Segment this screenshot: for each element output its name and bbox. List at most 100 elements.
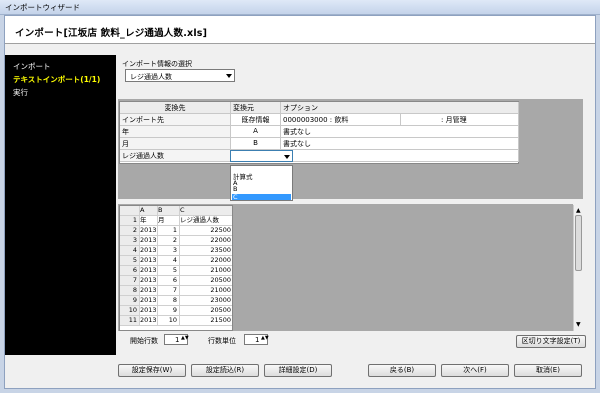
cell-year: 2013 xyxy=(140,306,158,316)
step-text-import[interactable]: テキストインポート(1/1) xyxy=(13,74,100,85)
source-cell[interactable]: 既存情報 xyxy=(231,114,281,126)
row-unit-spinner[interactable]: 1 ▲▼ xyxy=(244,334,269,345)
target-import-dest: インポート先 xyxy=(120,114,231,126)
preview-table: A B C 1 年 月 レジ通過人数 2 2013 1 22500 3 2013… xyxy=(119,205,233,331)
wizard-step-sidebar: インポート テキストインポート(1/1) 実行 xyxy=(5,55,116,355)
option-cell-2[interactable]: : 月管理 xyxy=(401,114,519,126)
field-name: レジ通過人数 xyxy=(180,216,232,226)
cell-year: 2013 xyxy=(140,286,158,296)
spinner-arrows-icon[interactable]: ▲▼ xyxy=(261,335,269,341)
target-month: 月 xyxy=(120,138,231,150)
import-info-selected: レジ通過人数 xyxy=(130,73,172,81)
back-button[interactable]: 戻る(B) xyxy=(368,364,436,377)
cell-count: 22000 xyxy=(180,236,232,246)
start-row-label: 開始行数 xyxy=(130,337,158,345)
dropdown-option[interactable]: C xyxy=(233,193,238,201)
mapping-table: 変換先 変換元 オプション インポート先 既存情報 0000003000 : 飲… xyxy=(119,101,519,164)
source-cell[interactable]: B xyxy=(231,138,281,150)
row-number: 10 xyxy=(120,306,140,316)
dropdown-option-selected[interactable] xyxy=(232,194,291,200)
source-select-register-count[interactable] xyxy=(230,150,293,162)
preview-vertical-scrollbar[interactable]: ▲ ▼ xyxy=(573,205,583,331)
cell-count: 23500 xyxy=(180,246,232,256)
target-register-count: レジ通過人数 xyxy=(120,150,231,162)
save-settings-button[interactable]: 設定保存(W) xyxy=(118,364,186,377)
row-unit-value: 1 xyxy=(255,336,260,344)
cell-count: 21500 xyxy=(180,316,232,326)
step-execute[interactable]: 実行 xyxy=(13,87,28,98)
load-settings-button[interactable]: 設定読込(R) xyxy=(191,364,259,377)
cell-year: 2013 xyxy=(140,226,158,236)
cell-year: 2013 xyxy=(140,246,158,256)
cell-count: 22000 xyxy=(180,256,232,266)
delimiter-settings-button[interactable]: 区切り文字設定(T) xyxy=(516,335,586,348)
option-cell[interactable]: 書式なし xyxy=(281,126,519,138)
option-cell[interactable] xyxy=(281,150,519,162)
row-number: 1 xyxy=(120,216,140,226)
cell-month: 2 xyxy=(158,236,180,246)
target-year: 年 xyxy=(120,126,231,138)
cell-count: 22500 xyxy=(180,226,232,236)
row-number: 5 xyxy=(120,256,140,266)
step-import[interactable]: インポート xyxy=(13,61,51,72)
source-cell[interactable]: A xyxy=(231,126,281,138)
scroll-up-icon[interactable]: ▲ xyxy=(576,207,581,214)
row-number: 3 xyxy=(120,236,140,246)
cell-year: 2013 xyxy=(140,316,158,326)
row-number: 2 xyxy=(120,226,140,236)
option-cell[interactable]: 0000003000 : 飲料 xyxy=(281,114,401,126)
cell-month: 3 xyxy=(158,246,180,256)
cell-month: 8 xyxy=(158,296,180,306)
source-dropdown-list: 計算式 A B C xyxy=(230,165,293,201)
cell-count: 20500 xyxy=(180,306,232,316)
start-row-spinner[interactable]: 1 ▲▼ xyxy=(164,334,189,345)
cell-count: 23000 xyxy=(180,296,232,306)
row-number: 11 xyxy=(120,316,140,326)
cell-year: 2013 xyxy=(140,266,158,276)
chevron-down-icon xyxy=(226,74,232,78)
cancel-button[interactable]: 取消(E) xyxy=(514,364,582,377)
chevron-down-icon xyxy=(284,155,290,159)
corner-cell xyxy=(120,206,140,216)
cell-month: 1 xyxy=(158,226,180,236)
col-letter: C xyxy=(180,206,232,216)
spinner-arrows-icon[interactable]: ▲▼ xyxy=(181,335,189,341)
scrollbar-thumb[interactable] xyxy=(575,215,582,271)
col-header-source: 変換元 xyxy=(231,102,281,114)
scroll-down-icon[interactable]: ▼ xyxy=(576,321,581,328)
row-number: 9 xyxy=(120,296,140,306)
start-row-value: 1 xyxy=(175,336,180,344)
cell-year: 2013 xyxy=(140,256,158,266)
row-number: 4 xyxy=(120,246,140,256)
cell-year: 2013 xyxy=(140,236,158,246)
row-unit-label: 行数単位 xyxy=(208,337,236,345)
next-button[interactable]: 次へ(F) xyxy=(441,364,509,377)
import-info-label: インポート情報の選択 xyxy=(122,60,192,68)
cell-year: 2013 xyxy=(140,276,158,286)
cell-count: 20500 xyxy=(180,276,232,286)
row-number: 8 xyxy=(120,286,140,296)
cell-month: 5 xyxy=(158,266,180,276)
col-header-option: オプション xyxy=(281,102,519,114)
import-info-select[interactable]: レジ通過人数 xyxy=(125,69,235,82)
col-letter: A xyxy=(140,206,158,216)
field-name: 月 xyxy=(158,216,180,226)
row-number: 6 xyxy=(120,266,140,276)
cell-month: 6 xyxy=(158,276,180,286)
detail-settings-button[interactable]: 詳細設定(D) xyxy=(264,364,332,377)
window-titlebar: インポートウィザード xyxy=(0,0,600,15)
cell-month: 7 xyxy=(158,286,180,296)
dropdown-option[interactable]: B xyxy=(233,185,237,193)
cell-year: 2013 xyxy=(140,296,158,306)
cell-month: 4 xyxy=(158,256,180,266)
col-header-target: 変換先 xyxy=(120,102,231,114)
cell-month: 10 xyxy=(158,316,180,326)
option-cell[interactable]: 書式なし xyxy=(281,138,519,150)
window-title: インポートウィザード xyxy=(5,3,80,12)
cell-count: 21000 xyxy=(180,266,232,276)
cell-count: 21000 xyxy=(180,286,232,296)
row-number: 7 xyxy=(120,276,140,286)
col-letter: B xyxy=(158,206,180,216)
cell-month: 9 xyxy=(158,306,180,316)
field-name: 年 xyxy=(140,216,158,226)
